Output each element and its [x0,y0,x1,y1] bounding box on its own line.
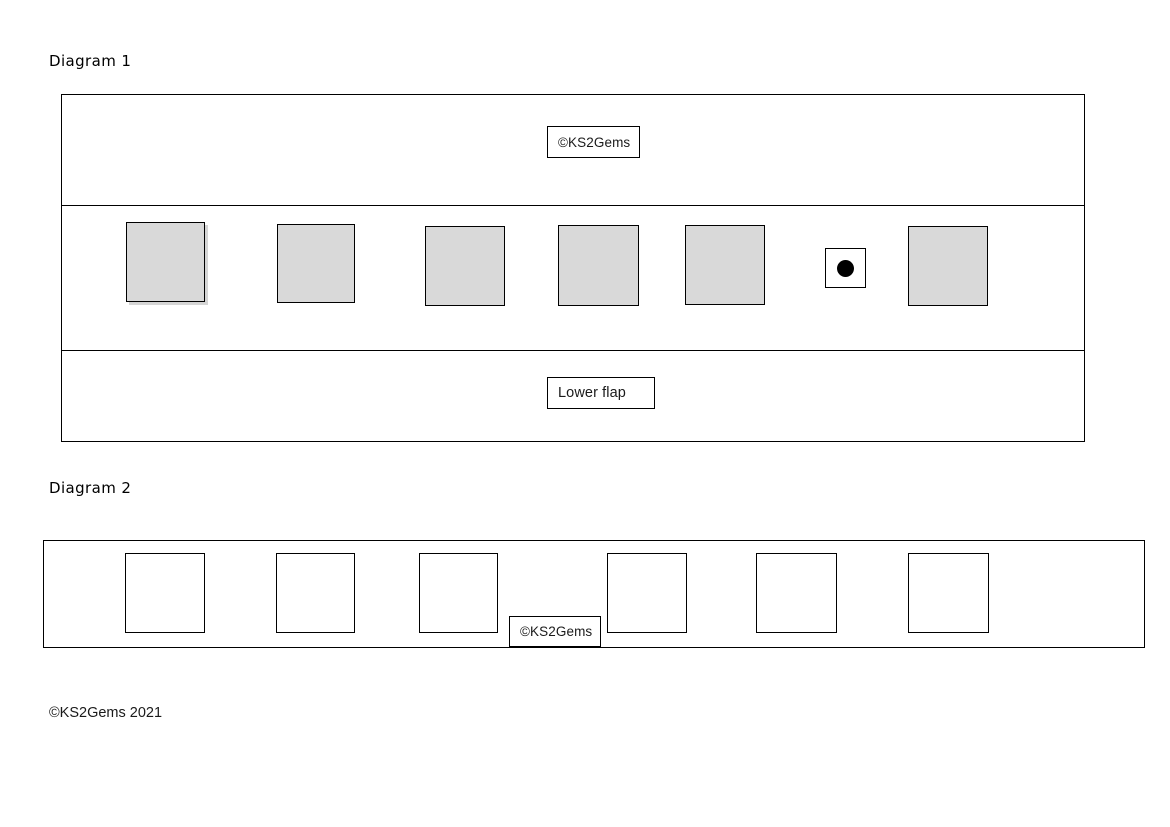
diagram-2-white-cell[interactable] [607,553,687,633]
diagram-1-grey-cell[interactable] [908,226,988,306]
diagram-2-white-cell[interactable] [125,553,205,633]
watermark-label-top: ©KS2Gems [547,126,640,158]
black-dot-icon [837,259,854,277]
diagram-1-grey-cell[interactable] [277,224,355,303]
diagram-1-grey-cell[interactable] [558,225,639,306]
diagram-1-grey-cell[interactable] [425,226,505,306]
diagram-2-white-cell[interactable] [756,553,837,633]
watermark-label-bottom: ©KS2Gems [509,616,601,647]
diagram-2-title: Diagram 2 [49,479,132,497]
diagram-2-white-cell[interactable] [276,553,355,633]
diagram-2-white-cell[interactable] [908,553,989,633]
diagram-1-grey-cell[interactable] [126,222,205,302]
diagram-1-grey-cell[interactable] [685,225,765,305]
diagram-2-white-cell[interactable] [419,553,498,633]
diagram-1-dot-cell[interactable] [825,248,866,288]
lower-flap-label: Lower flap [547,377,655,409]
copyright-footer: ©KS2Gems 2021 [49,705,163,721]
diagram-1-title: Diagram 1 [49,52,132,70]
